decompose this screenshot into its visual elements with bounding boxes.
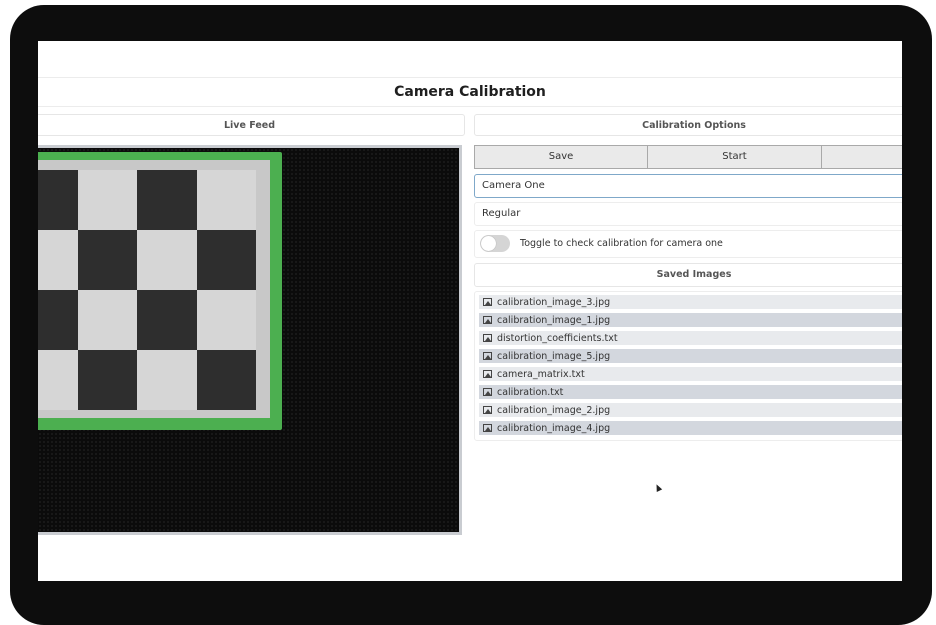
list-item[interactable]: calibration_image_5.jpg xyxy=(479,349,902,363)
list-item[interactable]: camera_matrix.txt xyxy=(479,367,902,381)
file-name: calibration_image_4.jpg xyxy=(497,422,611,434)
page-title: Camera Calibration xyxy=(38,77,902,107)
checker-square xyxy=(77,230,137,290)
saved-images-list: calibration_image_3.jpg calibration_imag… xyxy=(474,291,902,441)
toggle-label: Toggle to check calibration for camera o… xyxy=(520,238,723,249)
checker-square xyxy=(38,230,78,290)
list-item[interactable]: calibration.txt xyxy=(479,385,902,399)
live-feed-view xyxy=(38,145,462,535)
list-item[interactable]: distortion_coefficients.txt xyxy=(479,331,902,345)
file-name: calibration_image_3.jpg xyxy=(497,296,611,308)
saved-images-header: Saved Images xyxy=(474,263,902,287)
mode-select[interactable]: Regular xyxy=(474,202,902,226)
toggle-knob xyxy=(481,236,496,251)
mouse-cursor-icon xyxy=(653,483,663,492)
list-item[interactable]: calibration_image_3.jpg xyxy=(479,295,902,309)
app-screen: Camera Calibration Live Feed Calibration… xyxy=(38,41,902,581)
calibration-check-toggle[interactable] xyxy=(480,235,510,252)
checker-square xyxy=(77,350,137,410)
start-button[interactable]: Start xyxy=(648,145,822,169)
checker-square xyxy=(196,290,256,350)
calibration-toggle-row: Toggle to check calibration for camera o… xyxy=(474,230,902,258)
checker-square xyxy=(38,290,78,350)
tablet-device-frame: Camera Calibration Live Feed Calibration… xyxy=(10,5,932,625)
save-button[interactable]: Save xyxy=(474,145,648,169)
camera-select[interactable]: Camera One xyxy=(474,174,902,198)
checker-square xyxy=(137,230,197,290)
checker-square xyxy=(77,170,137,230)
file-name: calibration_image_2.jpg xyxy=(497,404,611,416)
file-name: calibration_image_5.jpg xyxy=(497,350,611,362)
file-name: calibration_image_1.jpg xyxy=(497,314,611,326)
image-file-icon xyxy=(483,334,492,342)
checker-square xyxy=(38,350,78,410)
image-file-icon xyxy=(483,370,492,378)
checker-square xyxy=(196,230,256,290)
checker-square xyxy=(137,170,197,230)
checker-square xyxy=(77,290,137,350)
list-item[interactable]: calibration_image_1.jpg xyxy=(479,313,902,327)
file-name: distortion_coefficients.txt xyxy=(497,332,618,344)
third-button-truncated[interactable]: D xyxy=(822,145,902,169)
image-file-icon xyxy=(483,298,492,306)
file-name: calibration.txt xyxy=(497,386,564,398)
checker-square xyxy=(38,170,78,230)
checker-square xyxy=(137,290,197,350)
checker-square xyxy=(137,350,197,410)
action-button-row: Save Start D xyxy=(474,145,902,169)
image-file-icon xyxy=(483,352,492,360)
calibration-options-header: Calibration Options xyxy=(474,114,902,136)
image-file-icon xyxy=(483,316,492,324)
image-file-icon xyxy=(483,406,492,414)
live-feed-header: Live Feed xyxy=(38,114,465,136)
list-item[interactable]: calibration_image_4.jpg xyxy=(479,421,902,435)
image-file-icon xyxy=(483,424,492,432)
checker-square xyxy=(196,170,256,230)
list-item[interactable]: calibration_image_2.jpg xyxy=(479,403,902,417)
file-name: camera_matrix.txt xyxy=(497,368,585,380)
image-file-icon xyxy=(483,388,492,396)
checkerboard-pattern xyxy=(38,170,256,410)
checker-square xyxy=(196,350,256,410)
